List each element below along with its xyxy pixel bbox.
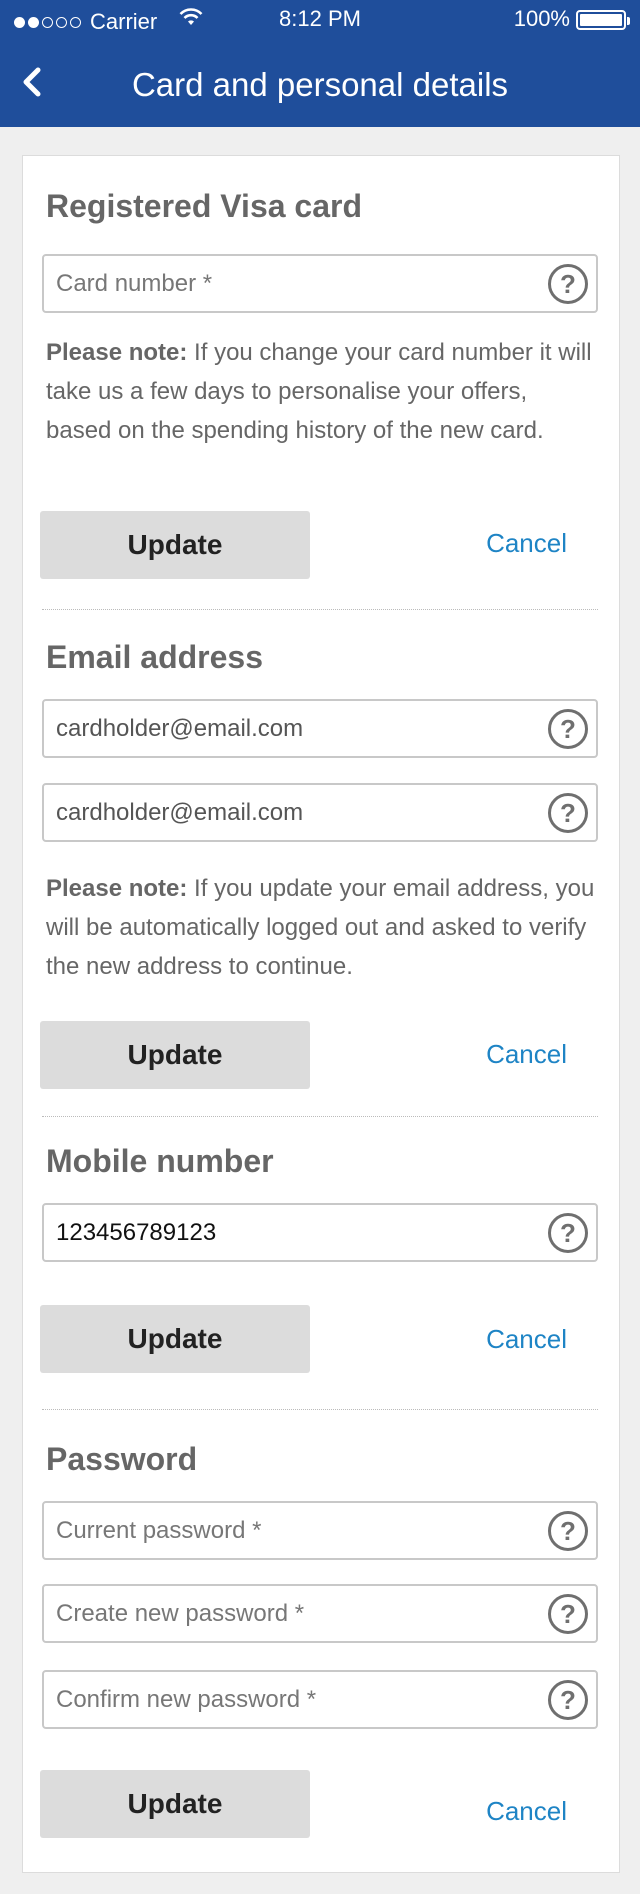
confirm-email-field: ? bbox=[42, 783, 598, 842]
note-label: Please note: bbox=[46, 339, 188, 366]
help-icon[interactable]: ? bbox=[548, 264, 588, 304]
password-cancel-button[interactable]: Cancel bbox=[486, 1796, 567, 1827]
note-label: Please note: bbox=[46, 875, 188, 902]
email-input[interactable] bbox=[56, 701, 526, 756]
app-header: Carrier 8:12 PM 100% Card and personal d… bbox=[0, 0, 640, 127]
status-bar: Carrier 8:12 PM 100% bbox=[0, 0, 640, 40]
visa-cancel-button[interactable]: Cancel bbox=[486, 528, 567, 559]
current-password-field: ? bbox=[42, 1501, 598, 1560]
help-icon[interactable]: ? bbox=[548, 709, 588, 749]
card-number-field: ? bbox=[42, 254, 598, 313]
new-password-field: ? bbox=[42, 1584, 598, 1643]
details-card: Registered Visa card ? Please note: If y… bbox=[22, 155, 620, 1873]
help-icon[interactable]: ? bbox=[548, 1594, 588, 1634]
mobile-input[interactable] bbox=[56, 1205, 526, 1260]
visa-note: Please note: If you change your card num… bbox=[46, 333, 596, 450]
nav-bar: Card and personal details bbox=[0, 40, 640, 127]
page-title: Card and personal details bbox=[131, 66, 509, 103]
battery-icon bbox=[576, 10, 630, 30]
new-password-input[interactable] bbox=[56, 1586, 526, 1641]
confirm-password-field: ? bbox=[42, 1670, 598, 1729]
section-divider bbox=[42, 1116, 598, 1117]
mobile-update-button[interactable]: Update bbox=[40, 1305, 310, 1373]
mobile-cancel-button[interactable]: Cancel bbox=[486, 1324, 567, 1355]
email-field: ? bbox=[42, 699, 598, 758]
battery-percent: 100% bbox=[513, 6, 570, 31]
help-icon[interactable]: ? bbox=[548, 1213, 588, 1253]
email-section-title: Email address bbox=[46, 639, 263, 675]
confirm-password-input[interactable] bbox=[56, 1672, 526, 1727]
mobile-field: ? bbox=[42, 1203, 598, 1262]
visa-section-title: Registered Visa card bbox=[46, 188, 363, 224]
card-number-input[interactable] bbox=[56, 256, 526, 311]
help-icon[interactable]: ? bbox=[548, 1680, 588, 1720]
password-update-button[interactable]: Update bbox=[40, 1770, 310, 1838]
email-update-button[interactable]: Update bbox=[40, 1021, 310, 1089]
email-note: Please note: If you update your email ad… bbox=[46, 869, 596, 986]
confirm-email-input[interactable] bbox=[56, 785, 526, 840]
mobile-section-title: Mobile number bbox=[46, 1143, 274, 1179]
password-section-title: Password bbox=[46, 1441, 198, 1477]
help-icon[interactable]: ? bbox=[548, 1511, 588, 1551]
section-divider bbox=[42, 609, 598, 610]
email-cancel-button[interactable]: Cancel bbox=[486, 1039, 567, 1070]
visa-update-button[interactable]: Update bbox=[40, 511, 310, 579]
help-icon[interactable]: ? bbox=[548, 793, 588, 833]
current-password-input[interactable] bbox=[56, 1503, 526, 1558]
section-divider bbox=[42, 1409, 598, 1410]
